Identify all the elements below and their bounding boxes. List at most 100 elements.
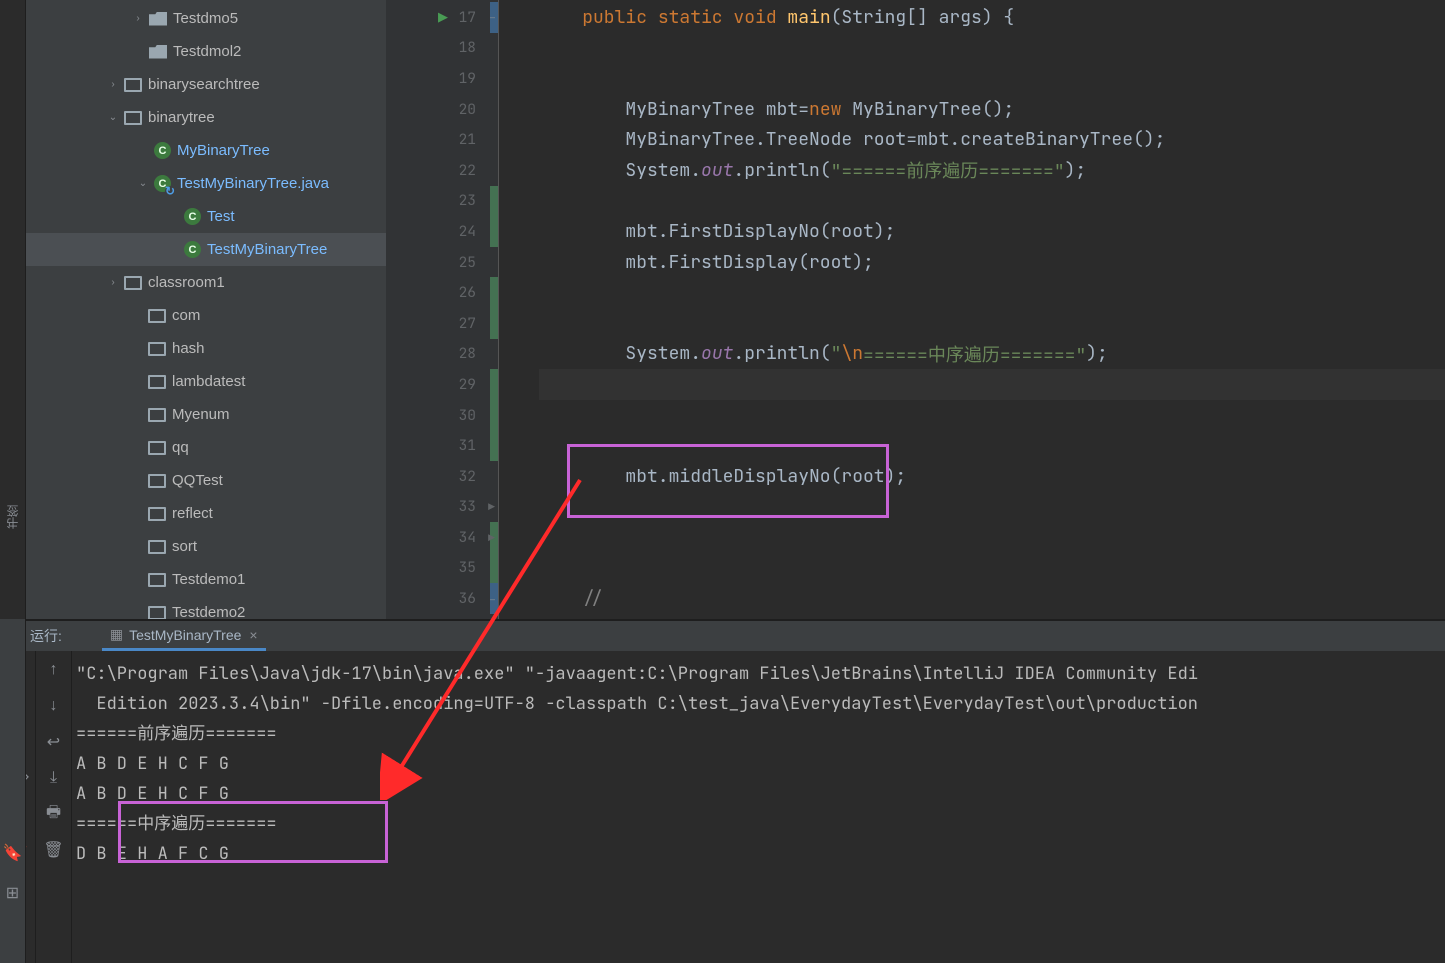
code-line[interactable]: [539, 33, 1445, 64]
gutter-line[interactable]: 25: [386, 247, 498, 278]
project-tree[interactable]: ›Testdmo5Testdmol2 › binarysearchtree ⌄bina…: [26, 0, 386, 619]
gutter-line[interactable]: 35: [386, 553, 498, 584]
gutter-line[interactable]: 26: [386, 277, 498, 308]
tree-item-testdemo2[interactable]: Testdemo2: [26, 596, 386, 619]
tree-item-qq[interactable]: qq: [26, 431, 386, 464]
tree-item-test[interactable]: CTest: [26, 200, 386, 233]
token-kw: static: [658, 6, 734, 29]
code-line[interactable]: [539, 369, 1445, 400]
trash-icon[interactable]: 🗑: [45, 841, 63, 859]
editor-gutter[interactable]: ▶17–18 19 202122232425 26 272829 30 313233▶34▶…: [386, 0, 498, 619]
code-line[interactable]: [539, 400, 1445, 431]
expand-icon[interactable]: ▶: [488, 532, 495, 543]
vcs-marker: [490, 216, 498, 247]
code-line[interactable]: MyBinaryTree mbt=new MyBinaryTree();: [539, 94, 1445, 125]
code-line[interactable]: [539, 277, 1445, 308]
tree-item-testmybinarytree[interactable]: CTestMyBinaryTree: [26, 233, 386, 266]
token-field: out: [701, 342, 733, 365]
gutter-line[interactable]: 28: [386, 339, 498, 370]
tree-item-label: qq: [172, 439, 189, 456]
bookmark-icon[interactable]: 🔖: [3, 843, 23, 863]
tree-item-qqtest[interactable]: QQTest: [26, 464, 386, 497]
gutter-line[interactable]: 22: [386, 155, 498, 186]
gutter-line[interactable]: 29: [386, 369, 498, 400]
tree-item-classroom1[interactable]: ›classroom1: [26, 266, 386, 299]
token-cls: .println(: [733, 159, 830, 182]
print-icon[interactable]: 🖶: [45, 805, 63, 823]
gutter-line[interactable]: 24: [386, 216, 498, 247]
close-tab-icon[interactable]: ×: [249, 627, 257, 643]
gutter-line[interactable]: 23: [386, 186, 498, 217]
code-line[interactable]: public static void main(String[] args) {: [539, 2, 1445, 33]
code-line[interactable]: [539, 186, 1445, 217]
gutter-line[interactable]: 21: [386, 124, 498, 155]
gutter-line[interactable]: 18: [386, 33, 498, 64]
editor[interactable]: ▶17–18 19 202122232425 26 272829 30 313233▶34▶…: [386, 0, 1445, 619]
code-area[interactable]: public static void main(String[] args) {…: [498, 0, 1445, 619]
chevron-icon: [130, 309, 144, 323]
gutter-line[interactable]: 33▶: [386, 492, 498, 523]
code-line[interactable]: [539, 308, 1445, 339]
run-gutter-icon[interactable]: ▶: [438, 9, 448, 25]
token-str: ": [831, 342, 842, 365]
code-line[interactable]: System.out.println("\n======中序遍历======="…: [539, 339, 1445, 370]
bookmarks-label[interactable]: 书签: [4, 505, 21, 529]
gutter-line[interactable]: 32: [386, 461, 498, 492]
tree-item-hash[interactable]: hash: [26, 332, 386, 365]
gutter-line[interactable]: 27: [386, 308, 498, 339]
run-tab-label: TestMyBinaryTree: [129, 627, 241, 643]
line-number: 26: [459, 283, 476, 302]
code-line[interactable]: System.out.println("======前序遍历=======");: [539, 155, 1445, 186]
tree-item-label: binarysearchtree: [148, 76, 260, 93]
code-line[interactable]: [539, 522, 1445, 553]
package-icon: [148, 441, 166, 455]
fold-icon[interactable]: –: [490, 12, 495, 22]
tree-item-binarytree[interactable]: ⌄binarytree: [26, 101, 386, 134]
down-icon[interactable]: ↓: [45, 697, 63, 715]
gutter-line[interactable]: 30: [386, 400, 498, 431]
code-line[interactable]: mbt.middleDisplayNo(root);: [539, 461, 1445, 492]
code-line[interactable]: mbt.FirstDisplayNo(root);: [539, 216, 1445, 247]
tree-item-sort[interactable]: sort: [26, 530, 386, 563]
chevron-icon[interactable]: ›: [131, 12, 145, 26]
structure-icon[interactable]: ⊞: [6, 883, 19, 903]
wrap-icon[interactable]: ↩: [45, 733, 63, 751]
code-line[interactable]: mbt.FirstDisplay(root);: [539, 247, 1445, 278]
chevron-icon: [130, 606, 144, 620]
tree-item-binarysearchtree[interactable]: › binarysearchtree: [26, 68, 386, 101]
gutter-line[interactable]: 31: [386, 430, 498, 461]
gutter-line[interactable]: 34▶: [386, 522, 498, 553]
code-line[interactable]: [539, 430, 1445, 461]
tree-item-lambdatest[interactable]: lambdatest: [26, 365, 386, 398]
tree-item-testmybinarytreejava[interactable]: ⌄CTestMyBinaryTree.java: [26, 167, 386, 200]
up-icon[interactable]: ↑: [45, 661, 63, 679]
tree-item-testdemo1[interactable]: Testdemo1: [26, 563, 386, 596]
line-number: 19: [459, 69, 476, 88]
expand-icon[interactable]: ▶: [488, 501, 495, 512]
tree-item-reflect[interactable]: reflect: [26, 497, 386, 530]
line-number: 30: [459, 406, 476, 425]
scroll-icon[interactable]: ⤓: [45, 769, 63, 787]
chevron-icon[interactable]: ⌄: [106, 111, 120, 125]
gutter-line[interactable]: 36–: [386, 583, 498, 614]
code-line[interactable]: [539, 553, 1445, 584]
code-line[interactable]: [539, 63, 1445, 94]
tree-item-testdmol2[interactable]: Testdmol2: [26, 35, 386, 68]
tree-item-myenum[interactable]: Myenum: [26, 398, 386, 431]
code-line[interactable]: //: [539, 583, 1445, 614]
tree-item-testdmo5[interactable]: ›Testdmo5: [26, 2, 386, 35]
gutter-line[interactable]: 20: [386, 94, 498, 125]
tree-item-com[interactable]: com: [26, 299, 386, 332]
code-line[interactable]: [539, 492, 1445, 523]
chevron-icon[interactable]: ›: [106, 78, 120, 92]
code-line[interactable]: MyBinaryTree.TreeNode root=mbt.createBin…: [539, 124, 1445, 155]
gutter-line[interactable]: 19: [386, 63, 498, 94]
chevron-icon[interactable]: ⌄: [136, 177, 150, 191]
chevron-icon[interactable]: ›: [106, 276, 120, 290]
package-icon: [148, 408, 166, 422]
fold-icon[interactable]: –: [490, 594, 495, 604]
tree-item-mybinarytree[interactable]: CMyBinaryTree: [26, 134, 386, 167]
run-tab[interactable]: ▦ TestMyBinaryTree ×: [102, 621, 266, 651]
gutter-line[interactable]: ▶17–: [386, 2, 498, 33]
console-output[interactable]: "C:\Program Files\Java\jdk-17\bin\java.e…: [72, 651, 1445, 963]
